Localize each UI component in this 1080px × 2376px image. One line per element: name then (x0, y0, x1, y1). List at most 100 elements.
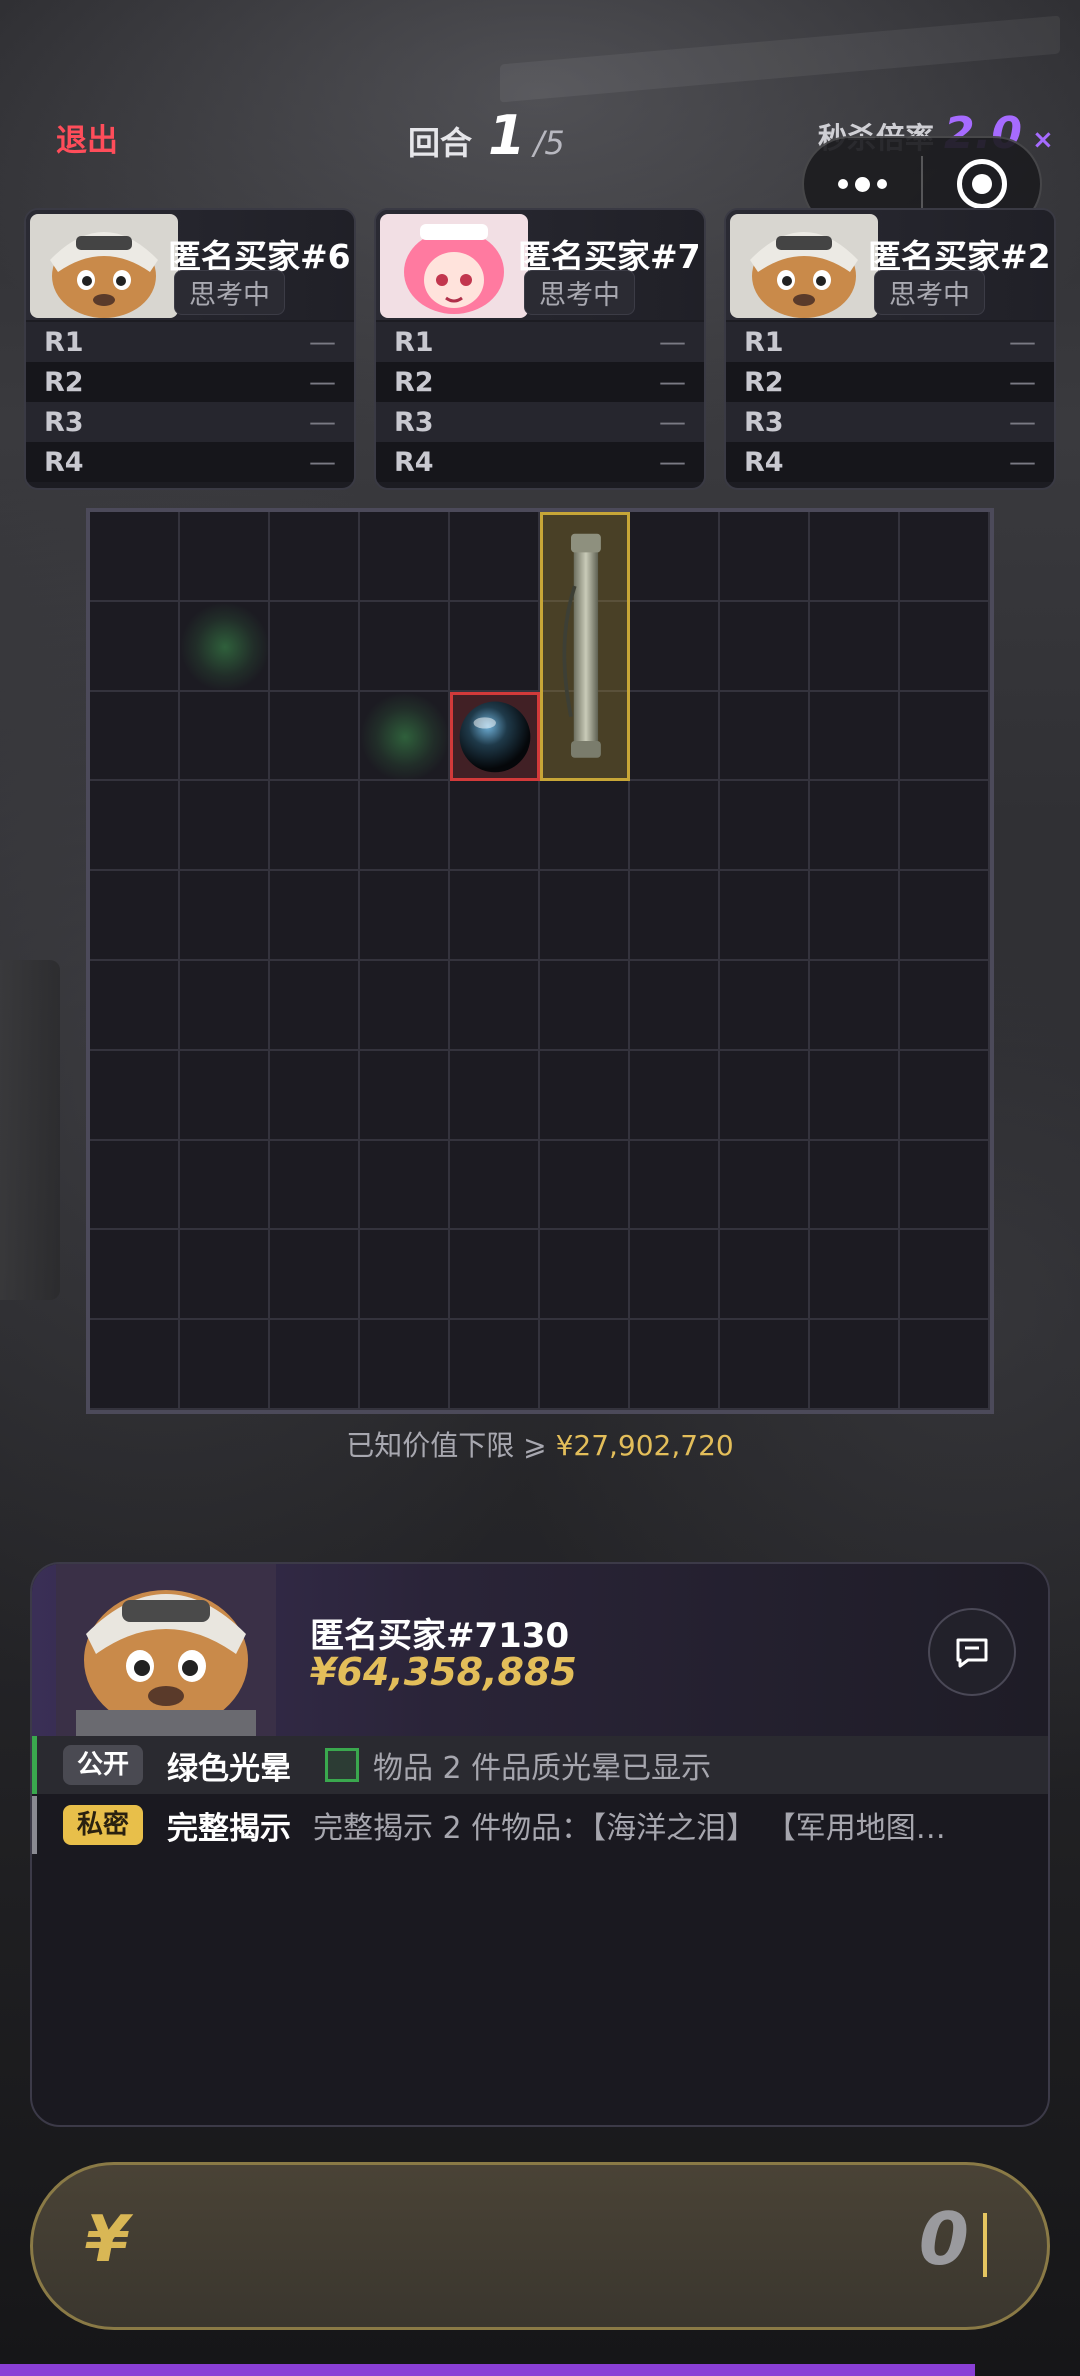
bidder-card: 匿名买家#2 思考中 R1 — R2 — R3 — R4 — (724, 208, 1056, 490)
grid-cell (810, 601, 900, 692)
grid-cell (360, 601, 450, 692)
grid-cell (540, 781, 630, 872)
grid-cell (720, 961, 810, 1051)
bid-round-row: R3 — (376, 402, 704, 442)
background-crate (0, 960, 60, 1300)
grid-cell (810, 781, 900, 872)
text-caret (983, 2213, 987, 2277)
grid-cell (810, 1230, 900, 1321)
bid-input[interactable]: ¥ 0 (30, 2162, 1050, 2330)
grid-cell (720, 1320, 810, 1410)
bid-round-row: R2 — (726, 362, 1054, 402)
grid-cell (450, 512, 540, 602)
timer-progress-bar (0, 2364, 975, 2376)
grid-cell (270, 691, 360, 782)
quit-button[interactable]: 退出 (56, 115, 118, 160)
round-label: R3 (44, 406, 84, 438)
log-description: 完整揭示 2 件物品：【海洋之泪】 【军用地图… (313, 1811, 946, 1846)
bid-round-row: R2 — (26, 362, 354, 402)
grid-cell (540, 1050, 630, 1141)
round-label: R4 (744, 446, 784, 478)
round-total: /5 (533, 124, 565, 162)
grid-cell (720, 1050, 810, 1141)
grid-cell (630, 781, 720, 872)
grid-cell (720, 1140, 810, 1231)
bidder-status-badge: 思考中 (174, 270, 285, 315)
grid-cell (810, 1050, 900, 1141)
bidder-header: 匿名买家#2 思考中 (726, 210, 1054, 320)
bidder-card: 匿名买家#7 思考中 R1 — R2 — R3 — R4 — (374, 208, 706, 490)
grid-cell (630, 1140, 720, 1231)
round-label: R2 (44, 366, 84, 398)
grid-cell (900, 691, 990, 782)
round-bid-value: — (1009, 366, 1036, 398)
grid-cell (630, 1320, 720, 1410)
grid-cell (450, 601, 540, 692)
grid-cell (90, 871, 180, 961)
round-label: R1 (394, 326, 434, 358)
grid-cell (360, 1230, 450, 1321)
grid-cell (720, 871, 810, 961)
grid-cell (270, 512, 360, 602)
target-circle-icon (956, 159, 1007, 209)
grid-cell (90, 1140, 180, 1231)
grid-cell (810, 512, 900, 602)
round-bid-value: — (309, 446, 336, 478)
value-floor: 已知价值下限 ⩾ ¥27,902,720 (0, 1424, 1080, 1464)
grid-cell (810, 1140, 900, 1231)
grid-cell (630, 601, 720, 692)
grid-cell (630, 512, 720, 602)
map-tube-item[interactable] (540, 512, 630, 782)
grid-cell (360, 871, 450, 961)
grid-cell (270, 1050, 360, 1141)
round-label: 回合 (408, 124, 473, 162)
grid-cell (180, 961, 270, 1051)
round-bid-value: — (1009, 446, 1036, 478)
grid-cell (270, 1320, 360, 1410)
grid-cell (180, 1140, 270, 1231)
bid-history: R1 — R2 — R3 — R4 — (376, 322, 704, 482)
grid-cell (360, 512, 450, 602)
grid-cell (450, 1320, 540, 1410)
grid-cell (900, 512, 990, 602)
player-money: ¥64,358,885 (310, 1650, 577, 1694)
log-description: 物品 2 件品质光晕已显示 (373, 1751, 712, 1786)
grid-cell (720, 512, 810, 602)
bid-history: R1 — R2 — R3 — R4 — (726, 322, 1054, 482)
round-label: R3 (744, 406, 784, 438)
dark-orb-item[interactable] (450, 691, 540, 782)
round-label: R4 (44, 446, 84, 478)
round-label: R2 (744, 366, 784, 398)
grid-cell (630, 691, 720, 782)
grid-cell (540, 1140, 630, 1231)
round-bid-value: — (309, 406, 336, 438)
round-bid-value: — (659, 446, 686, 478)
grid-cell (630, 961, 720, 1051)
grid-cell (360, 1140, 450, 1231)
grid-cell (270, 1140, 360, 1231)
log-row-private: 私密 完整揭示 完整揭示 2 件物品：【海洋之泪】 【军用地图… (32, 1796, 1048, 1854)
bid-round-row: R4 — (726, 442, 1054, 482)
bidder-status-badge: 思考中 (874, 270, 985, 315)
grid-cell (900, 1320, 990, 1410)
grid-cell (540, 1230, 630, 1321)
grid-cell (450, 1230, 540, 1321)
green-glow-marker (180, 601, 270, 692)
grid-cell (720, 1230, 810, 1321)
grid-cell (270, 961, 360, 1051)
grid-cell (180, 781, 270, 872)
value-floor-amount: ¥27,902,720 (555, 1429, 734, 1462)
round-label: R1 (44, 326, 84, 358)
item-grid (86, 508, 994, 1414)
grid-cell (90, 1050, 180, 1141)
round-bid-value: — (309, 366, 336, 398)
grid-cell (450, 1050, 540, 1141)
bidder-avatar (380, 214, 528, 318)
grid-cell (720, 781, 810, 872)
grid-cell (450, 961, 540, 1051)
round-bid-value: — (1009, 406, 1036, 438)
grid-cell (630, 1230, 720, 1321)
grid-cell (720, 691, 810, 782)
round-current: 1 (488, 104, 526, 167)
chat-button[interactable] (928, 1608, 1016, 1696)
